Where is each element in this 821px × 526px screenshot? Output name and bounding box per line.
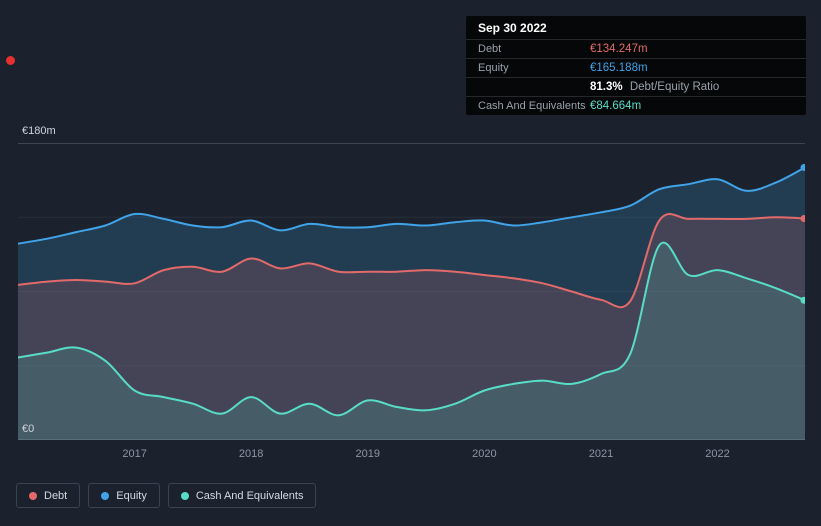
chart-tooltip: Sep 30 2022 Debt €134.247m Equity €165.1… — [466, 16, 806, 115]
x-tick-2020: 2020 — [472, 448, 497, 460]
tooltip-debt-value: €134.247m — [590, 43, 648, 55]
tooltip-cash-label: Cash And Equivalents — [478, 100, 586, 112]
legend-label-debt: Debt — [44, 489, 68, 502]
tooltip-row-ratio: 81.3% Debt/Equity Ratio — [466, 77, 806, 96]
tooltip-equity-label: Equity — [478, 62, 509, 74]
y-axis-label-zero: €0 — [22, 423, 35, 435]
tooltip-equity-value: €165.188m — [590, 62, 648, 74]
tooltip-cash-value: €84.664m — [590, 100, 642, 112]
red-indicator-dot — [6, 56, 15, 65]
x-tick-2019: 2019 — [355, 448, 381, 460]
legend-item-cash-and-equivalents[interactable]: Cash And Equivalents — [167, 483, 317, 508]
x-tick-2017: 2017 — [122, 448, 147, 460]
legend-item-debt[interactable]: Debt — [16, 483, 81, 508]
tooltip-ratio-value: 81.3% — [590, 81, 623, 93]
debt-legend-dot-icon — [29, 491, 37, 500]
y-axis-label-max: €180m — [22, 125, 56, 137]
tooltip-ratio-label: Debt/Equity Ratio — [629, 81, 720, 93]
debt-equity-history-chart: Sep 30 2022 Debt €134.247m Equity €165.1… — [0, 0, 821, 526]
legend-item-equity[interactable]: Equity — [88, 483, 160, 508]
tooltip-row-debt: Debt €134.247m — [466, 39, 806, 58]
x-tick-2021: 2021 — [588, 448, 614, 460]
cash-and-equivalents-legend-dot-icon — [180, 491, 189, 500]
legend-label-equity: Equity — [116, 489, 147, 502]
tooltip-ratio-value-group: 81.3% Debt/Equity Ratio — [590, 81, 719, 93]
tooltip-debt-label: Debt — [478, 43, 502, 55]
equity-legend-dot-icon — [101, 491, 110, 500]
chart-legend: Debt Equity Cash And Equivalents — [16, 483, 317, 508]
tooltip-row-equity: Equity €165.188m — [466, 58, 806, 77]
tooltip-row-cash: Cash And Equivalents €84.664m — [466, 96, 806, 115]
tooltip-date: Sep 30 2022 — [478, 21, 547, 35]
x-tick-2022: 2022 — [705, 448, 730, 460]
chart-plot-area[interactable] — [18, 143, 805, 440]
x-tick-2018: 2018 — [238, 448, 264, 460]
legend-label-cash-and-equivalents: Cash And Equivalents — [195, 489, 304, 502]
